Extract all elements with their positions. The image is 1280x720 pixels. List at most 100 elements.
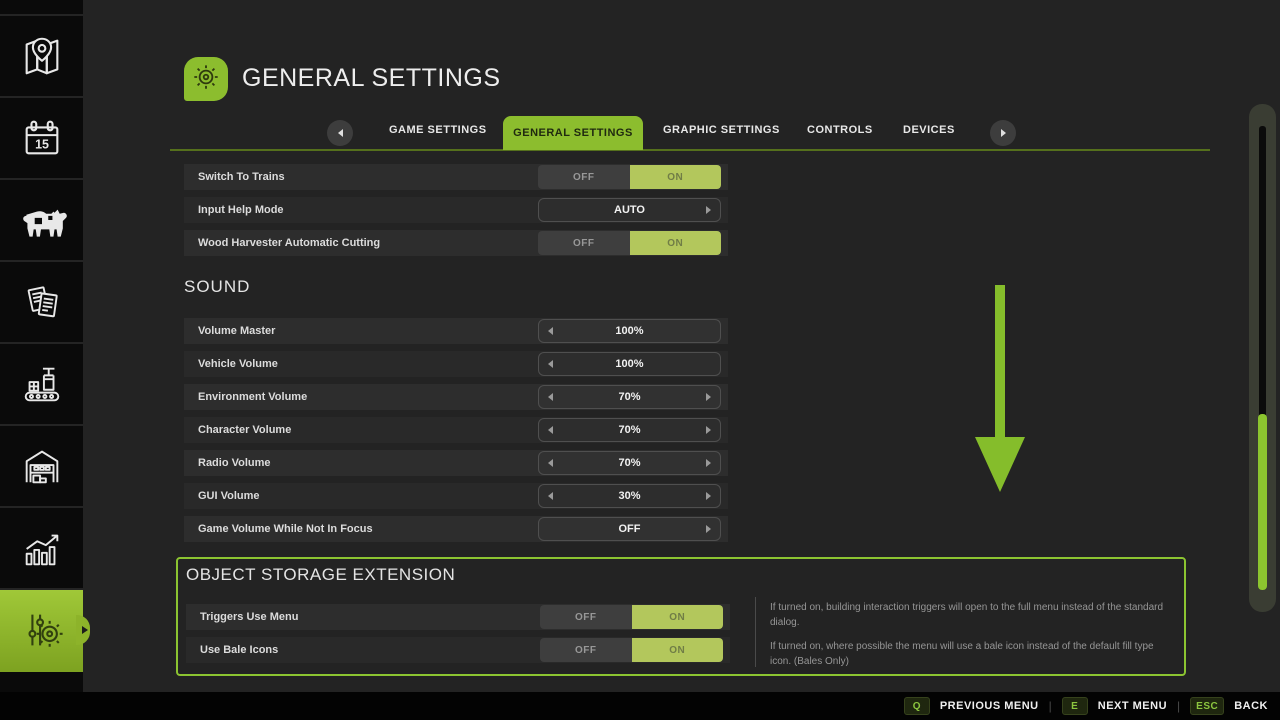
setting-label: Triggers Use Menu [200, 611, 540, 623]
tabs-prev-button[interactable] [327, 120, 353, 146]
key-badge-e: E [1062, 697, 1088, 715]
scrollbar[interactable] [1249, 104, 1276, 612]
selector-value: AUTO [614, 204, 645, 216]
setting-label: Environment Volume [198, 391, 538, 403]
sound-section-heading: SOUND [184, 277, 250, 297]
key-badge-q: Q [904, 697, 930, 715]
cow-icon [17, 195, 67, 245]
statistics-icon [19, 525, 65, 571]
gear-icon [189, 60, 223, 99]
svg-text:15: 15 [35, 138, 49, 152]
ose-vertical-divider [755, 597, 756, 667]
decrease-arrow-icon[interactable] [548, 327, 553, 335]
increase-arrow-icon[interactable] [706, 206, 711, 214]
production-icon [19, 361, 65, 407]
ose-description-bales: If turned on, where possible the menu wi… [770, 640, 1170, 669]
sidebar-item-animals[interactable] [0, 180, 83, 262]
setting-row: Input Help Mode AUTO [184, 197, 728, 223]
documents-icon [19, 279, 65, 325]
selector-value: 30% [618, 490, 640, 502]
setting-label: Volume Master [198, 325, 538, 337]
settings-sliders-gear-icon [19, 607, 65, 653]
increase-arrow-icon[interactable] [706, 492, 711, 500]
setting-row: Wood Harvester Automatic Cutting OFF ON [184, 230, 728, 256]
decrease-arrow-icon[interactable] [548, 360, 553, 368]
selector-value: 100% [615, 358, 643, 370]
tabbar-underline [170, 149, 1210, 151]
ose-descriptions: If turned on, building interaction trigg… [770, 601, 1170, 679]
selector-value: 100% [615, 325, 643, 337]
footer-hint-bar: Q PREVIOUS MENU | E NEXT MENU | ESC BACK [0, 692, 1280, 720]
setting-label: Wood Harvester Automatic Cutting [198, 237, 538, 249]
increase-arrow-icon[interactable] [706, 525, 711, 533]
triggers-use-menu-toggle[interactable]: OFF ON [540, 605, 723, 629]
sidebar-item-map[interactable] [0, 16, 83, 98]
selector-value: OFF [619, 523, 641, 535]
decrease-arrow-icon[interactable] [548, 492, 553, 500]
calendar-icon: 15 [19, 115, 65, 161]
scrollbar-thumb[interactable] [1258, 414, 1267, 590]
toggle-on-option[interactable]: ON [632, 638, 724, 662]
toggle-on-option[interactable]: ON [630, 165, 722, 189]
decrease-arrow-icon[interactable] [548, 459, 553, 467]
setting-row: Environment Volume 70% [184, 384, 728, 410]
decrease-arrow-icon[interactable] [548, 426, 553, 434]
game-volume-not-in-focus-selector[interactable]: OFF [538, 517, 721, 541]
toggle-off-option[interactable]: OFF [538, 231, 630, 255]
character-volume-selector[interactable]: 70% [538, 418, 721, 442]
tab-controls[interactable]: CONTROLS [807, 124, 873, 136]
setting-label: Input Help Mode [198, 204, 538, 216]
wood-harvester-toggle[interactable]: OFF ON [538, 231, 721, 255]
warehouse-icon [19, 443, 65, 489]
page-title: GENERAL SETTINGS [242, 64, 501, 93]
decrease-arrow-icon[interactable] [548, 393, 553, 401]
setting-row: Volume Master 100% [184, 318, 728, 344]
setting-row: Game Volume While Not In Focus OFF [184, 516, 728, 542]
sidebar-item-statistics[interactable] [0, 508, 83, 590]
environment-volume-selector[interactable]: 70% [538, 385, 721, 409]
chevron-left-icon [338, 129, 343, 137]
tabs-next-button[interactable] [990, 120, 1016, 146]
setting-row: Vehicle Volume 100% [184, 351, 728, 377]
increase-arrow-icon[interactable] [706, 393, 711, 401]
use-bale-icons-toggle[interactable]: OFF ON [540, 638, 723, 662]
gui-volume-selector[interactable]: 30% [538, 484, 721, 508]
object-storage-extension-panel: OBJECT STORAGE EXTENSION Triggers Use Me… [176, 557, 1186, 676]
toggle-off-option[interactable]: OFF [540, 638, 632, 662]
increase-arrow-icon[interactable] [706, 426, 711, 434]
toggle-on-option[interactable]: ON [630, 231, 722, 255]
selector-value: 70% [618, 457, 640, 469]
tab-graphic-settings[interactable]: GRAPHIC SETTINGS [663, 124, 780, 136]
general-settings-list: Switch To Trains OFF ON Input Help Mode … [184, 164, 728, 263]
setting-row: Switch To Trains OFF ON [184, 164, 728, 190]
general-settings-screen: 15 [0, 0, 1280, 720]
sidebar-item-calendar[interactable]: 15 [0, 98, 83, 180]
switch-to-trains-toggle[interactable]: OFF ON [538, 165, 721, 189]
setting-row: GUI Volume 30% [184, 483, 728, 509]
setting-label: Use Bale Icons [200, 644, 540, 656]
setting-label: Game Volume While Not In Focus [198, 523, 538, 535]
input-help-mode-selector[interactable]: AUTO [538, 198, 721, 222]
chevron-right-icon [1001, 129, 1006, 137]
footer-hint-back: BACK [1234, 700, 1268, 712]
toggle-on-option[interactable]: ON [632, 605, 724, 629]
increase-arrow-icon[interactable] [706, 459, 711, 467]
page-icon [184, 57, 228, 101]
footer-divider: | [1177, 699, 1180, 713]
selector-value: 70% [618, 391, 640, 403]
sidebar-item-production[interactable] [0, 344, 83, 426]
tab-general-settings[interactable]: GENERAL SETTINGS [503, 116, 643, 150]
sidebar-item-settings[interactable] [0, 590, 83, 672]
sidebar-item-contracts[interactable] [0, 262, 83, 344]
volume-master-selector[interactable]: 100% [538, 319, 721, 343]
tab-game-settings[interactable]: GAME SETTINGS [389, 124, 487, 136]
radio-volume-selector[interactable]: 70% [538, 451, 721, 475]
setting-label: Switch To Trains [198, 171, 538, 183]
sidebar-item-storage[interactable] [0, 426, 83, 508]
toggle-off-option[interactable]: OFF [540, 605, 632, 629]
vehicle-volume-selector[interactable]: 100% [538, 352, 721, 376]
tab-devices[interactable]: DEVICES [903, 124, 955, 136]
footer-hint-next-menu: NEXT MENU [1098, 700, 1167, 712]
toggle-off-option[interactable]: OFF [538, 165, 630, 189]
sidebar-item-partial-bottom [0, 672, 83, 692]
